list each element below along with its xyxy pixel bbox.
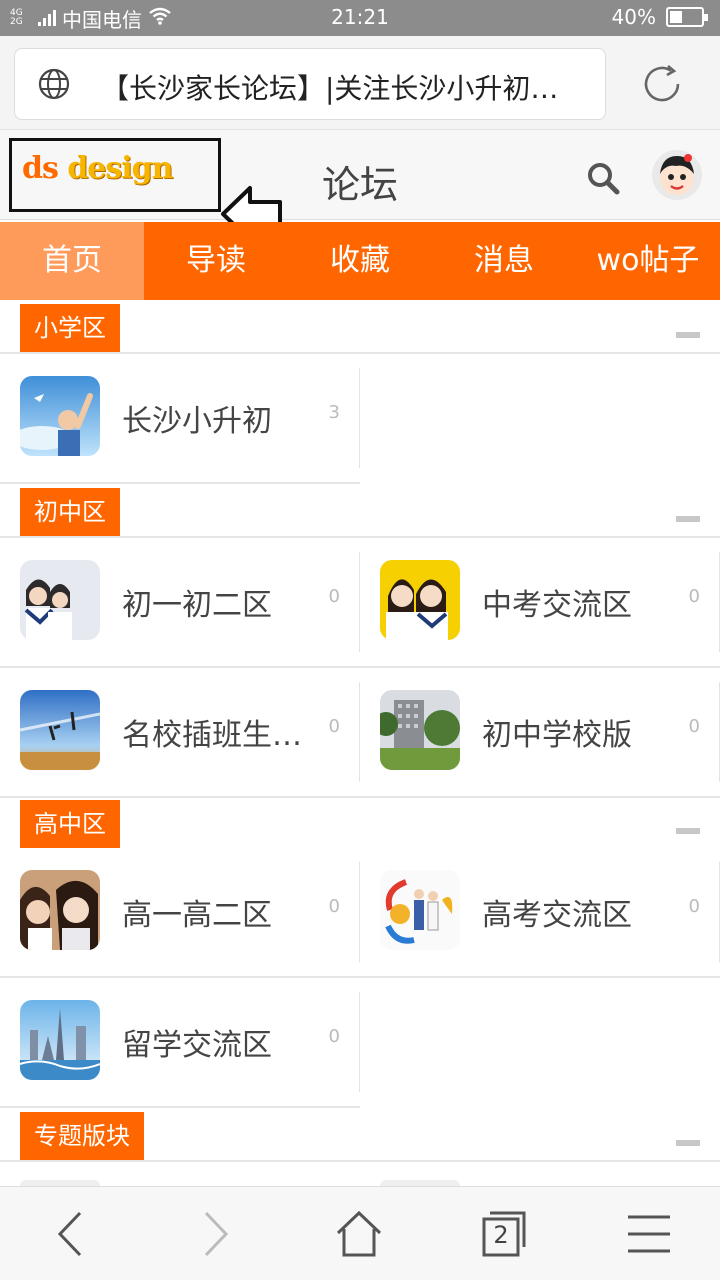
collapse-icon[interactable] <box>676 332 700 338</box>
forum-post-count: 0 <box>328 586 340 607</box>
address-bar[interactable]: 【长沙家长论坛】|关注长沙小升初… <box>14 48 606 120</box>
back-icon[interactable] <box>46 1209 96 1259</box>
forward-icon[interactable] <box>190 1209 240 1259</box>
forum-row: 初一初二区 0 中考交流区 0 <box>0 538 720 668</box>
browser-toolbar: 【长沙家长论坛】|关注长沙小升初… <box>0 36 720 130</box>
forum-item[interactable]: 初中学校版 0 <box>360 668 720 796</box>
forum-post-count: 0 <box>328 896 340 917</box>
section-senior-high: 高中区 <box>0 798 720 850</box>
reload-icon[interactable] <box>638 60 686 108</box>
globe-icon <box>38 68 70 100</box>
avatar-face-icon <box>660 154 694 195</box>
forum-thumbnail <box>20 1000 100 1080</box>
cell-divider <box>359 368 360 468</box>
forum-thumbnail <box>380 690 460 770</box>
forum-post-count: 0 <box>688 586 700 607</box>
forum-thumbnail <box>380 560 460 640</box>
tab-favorites[interactable]: 收藏 <box>288 222 432 300</box>
page-title-url[interactable]: 【长沙家长论坛】|关注长沙小升初… <box>101 67 591 107</box>
forum-post-count: 0 <box>328 1026 340 1047</box>
tabs-icon[interactable]: 2 <box>478 1209 528 1259</box>
forum-name: 留学交流区 <box>122 1028 272 1063</box>
row-divider <box>0 482 360 484</box>
forum-header: ds design 论坛 <box>0 130 720 220</box>
forum-row: 留学交流区 0 <box>0 978 720 1108</box>
forum-thumbnail <box>20 376 100 456</box>
forum-name: 长沙小升初 <box>122 404 272 439</box>
forum-thumbnail <box>20 560 100 640</box>
forum-name: 名校插班生考… <box>122 718 318 753</box>
battery-fill <box>670 11 682 23</box>
forum-thumbnail <box>20 870 100 950</box>
tab-messages[interactable]: 消息 <box>432 222 576 300</box>
collapse-icon[interactable] <box>676 1140 700 1146</box>
forum-thumbnail <box>380 870 460 950</box>
forum-row: 名校插班生考… 0 初中学校版 0 <box>0 668 720 798</box>
avatar[interactable] <box>652 150 702 200</box>
forum-name: 初中学校版 <box>482 718 632 753</box>
section-title: 初中区 <box>20 488 120 536</box>
forum-item[interactable]: 初一初二区 0 <box>0 538 360 666</box>
forum-post-count: 0 <box>688 716 700 737</box>
section-primary-school: 小学区 <box>0 302 720 354</box>
section-title: 高中区 <box>20 800 120 848</box>
forum-post-count: 0 <box>688 896 700 917</box>
cell-divider <box>359 992 360 1092</box>
tab-guide[interactable]: 导读 <box>144 222 288 300</box>
forum-post-count: 3 <box>328 402 340 423</box>
search-icon[interactable] <box>585 160 621 196</box>
row-divider <box>0 1106 360 1108</box>
forum-name: 中考交流区 <box>482 588 632 623</box>
forum-thumbnail <box>20 690 100 770</box>
tab-count: 2 <box>493 1221 509 1249</box>
forum-item[interactable]: 长沙小升初 3 <box>0 354 360 482</box>
forum-name: 初一初二区 <box>122 588 272 623</box>
forum-row: 长沙小升初 3 <box>0 354 720 484</box>
section-special-topics: 专题版块 <box>0 1110 720 1162</box>
battery-percent: 40% <box>611 5 656 29</box>
forum-name: 高一高二区 <box>122 898 272 933</box>
collapse-icon[interactable] <box>676 516 700 522</box>
status-right: 40% <box>611 5 708 29</box>
forum-name: 高考交流区 <box>482 898 632 933</box>
forum-item[interactable]: 名校插班生考… 0 <box>0 668 360 796</box>
home-icon[interactable] <box>334 1209 384 1259</box>
forum-row: 高一高二区 0 高考交流区 0 <box>0 848 720 978</box>
section-junior-high: 初中区 <box>0 486 720 538</box>
forum-item[interactable]: 高一高二区 0 <box>0 848 360 976</box>
forum-item[interactable]: 留学交流区 0 <box>0 978 360 1106</box>
nav-tabs: 首页 导读 收藏 消息 wo帖子 <box>0 222 720 300</box>
section-title: 小学区 <box>20 304 120 352</box>
browser-bottom-bar: 2 <box>0 1186 720 1280</box>
section-title: 专题版块 <box>20 1112 144 1160</box>
collapse-icon[interactable] <box>676 828 700 834</box>
battery-icon <box>666 7 708 27</box>
status-bar: 4G 2G 中国电信 21:21 40% <box>0 0 720 36</box>
tab-home[interactable]: 首页 <box>0 222 144 300</box>
forum-item[interactable]: 中考交流区 0 <box>360 538 720 666</box>
menu-icon[interactable] <box>624 1209 674 1259</box>
forum-item[interactable]: 高考交流区 0 <box>360 848 720 976</box>
tab-my-posts[interactable]: wo帖子 <box>576 222 720 300</box>
forum-post-count: 0 <box>328 716 340 737</box>
